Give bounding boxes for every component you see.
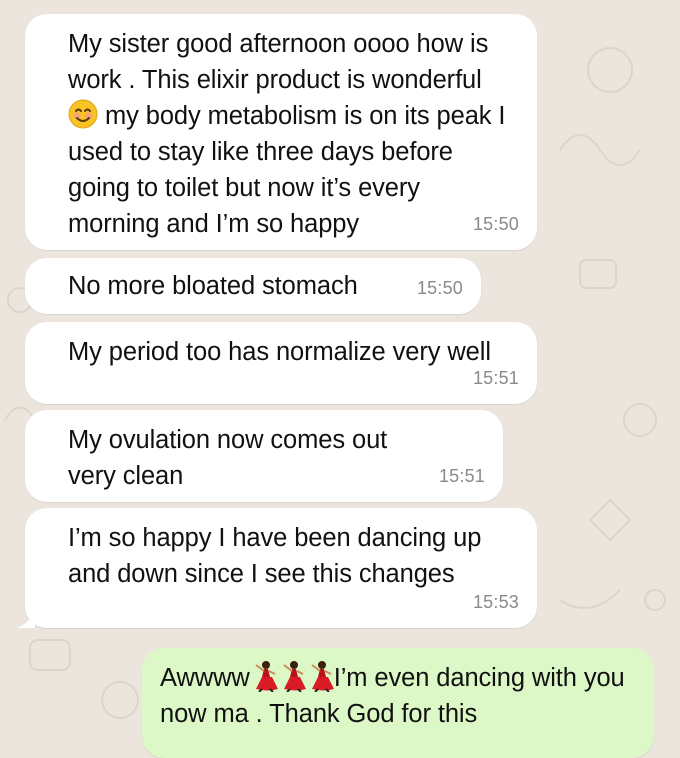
smiling-face-icon bbox=[68, 99, 98, 129]
message-timestamp: 15:50 bbox=[472, 214, 519, 234]
incoming-message[interactable]: No more bloated stomach 15:50 bbox=[25, 258, 481, 314]
dancing-woman-icon bbox=[278, 660, 306, 693]
incoming-message[interactable]: My period too has normalize very well 15… bbox=[25, 322, 537, 404]
message-timestamp: 15:51 bbox=[438, 466, 485, 486]
message-timestamp: 15:51 bbox=[472, 368, 519, 388]
message-text: My ovulation now comes out very clean bbox=[68, 426, 388, 490]
message-text: Awwww I’m even dancing with you now ma . … bbox=[160, 660, 634, 732]
message-timestamp: 15:50 bbox=[416, 278, 463, 298]
bubble-tail bbox=[17, 610, 35, 628]
message-timestamp: 15:53 bbox=[472, 592, 519, 612]
dancing-woman-icon bbox=[306, 660, 334, 693]
dancing-woman-icon bbox=[250, 660, 278, 693]
incoming-message[interactable]: My ovulation now comes out very clean 15… bbox=[25, 410, 503, 502]
message-text: No more bloated stomach bbox=[68, 272, 358, 300]
outgoing-message[interactable]: Awwww I’m even dancing with you now ma . … bbox=[142, 648, 654, 758]
incoming-message[interactable]: I’m so happy I have been dancing up and … bbox=[17, 508, 537, 628]
message-text: I’m so happy I have been dancing up and … bbox=[68, 524, 482, 588]
message-text: My period too has normalize very well bbox=[68, 338, 491, 366]
message-text: My sister good afternoon oooo how is wor… bbox=[68, 30, 506, 238]
incoming-message[interactable]: My sister good afternoon oooo how is wor… bbox=[25, 14, 537, 250]
